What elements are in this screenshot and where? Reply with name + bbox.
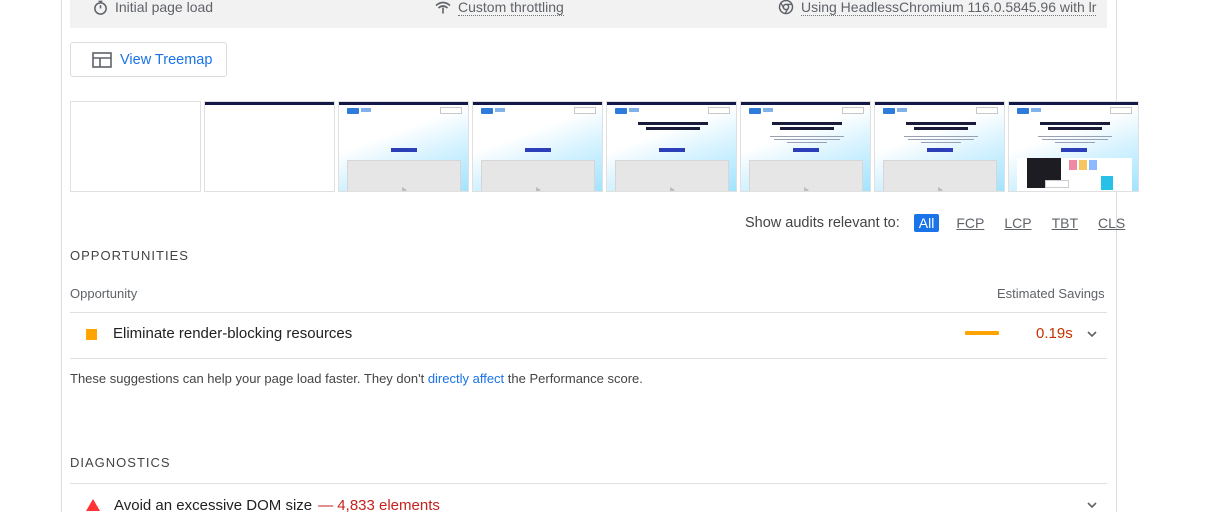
audit-title: Eliminate render-blocking resources [113, 325, 353, 342]
filmstrip-frame-4 [472, 101, 603, 192]
average-score-icon [86, 329, 97, 340]
diagnostics-heading: DIAGNOSTICS [70, 455, 171, 470]
treemap-icon [92, 51, 112, 68]
dom-size-title: Avoid an excessive DOM size [114, 497, 313, 514]
throttling-item[interactable]: Custom throttling [435, 0, 564, 17]
chevron-down-icon[interactable] [1086, 328, 1098, 340]
initial-load-item: Initial page load [93, 0, 213, 17]
timer-icon [94, 0, 107, 15]
savings-column-header: Estimated Savings [997, 286, 1105, 301]
filter-chip-lcp[interactable]: LCP [1001, 214, 1034, 232]
filmstrip-frame-8 [1008, 101, 1139, 192]
view-treemap-button[interactable]: View Treemap [70, 42, 227, 77]
chevron-down-icon[interactable] [1086, 499, 1098, 511]
filmstrip-frame-5 [606, 101, 737, 192]
filmstrip-frame-3 [338, 101, 469, 192]
savings-value: 0.19s [1036, 325, 1073, 342]
filmstrip-frame-1 [70, 101, 201, 192]
opportunity-column-header: Opportunity [70, 286, 138, 301]
wifi-icon [435, 1, 451, 13]
savings-bar [965, 331, 999, 335]
audit-dom-size[interactable]: Avoid an excessive DOM size — 4,833 eleme… [70, 491, 1107, 521]
browser-item[interactable]: Using HeadlessChromium 116.0.5845.96 wit… [778, 0, 1097, 17]
divider [70, 358, 1107, 359]
filter-chip-fcp[interactable]: FCP [953, 214, 987, 232]
filmstrip-frame-6 [740, 101, 871, 192]
chrome-icon [778, 0, 794, 15]
audit-render-blocking[interactable]: Eliminate render-blocking resources 0.19… [70, 312, 1107, 357]
dom-size-detail: — 4,833 elements [318, 497, 440, 514]
directly-affect-link[interactable]: directly affect [428, 371, 504, 386]
throttling-label: Custom throttling [458, 0, 564, 16]
filter-chip-tbt[interactable]: TBT [1049, 214, 1081, 232]
audit-title: Avoid an excessive DOM size — 4,833 eleme… [114, 497, 440, 514]
opportunities-heading: OPPORTUNITIES [70, 248, 189, 263]
filter-label: Show audits relevant to: [745, 215, 900, 231]
note-text-end: the Performance score. [504, 371, 643, 386]
audit-filter: Show audits relevant to: All FCP LCP TBT… [745, 213, 1142, 233]
filmstrip-frame-7 [874, 101, 1005, 192]
initial-load-label: Initial page load [115, 0, 214, 15]
browser-label: Using HeadlessChromium 116.0.5845.96 wit… [801, 0, 1097, 16]
filter-chip-all[interactable]: All [913, 214, 940, 232]
opportunities-note: These suggestions can help your page loa… [70, 371, 643, 386]
divider [70, 483, 1107, 484]
filter-chip-cls[interactable]: CLS [1095, 214, 1128, 232]
fail-score-icon [86, 499, 100, 511]
filmstrip-frame-2 [204, 101, 335, 192]
note-text-start: These suggestions can help your page loa… [70, 371, 428, 386]
view-treemap-label: View Treemap [120, 51, 213, 68]
